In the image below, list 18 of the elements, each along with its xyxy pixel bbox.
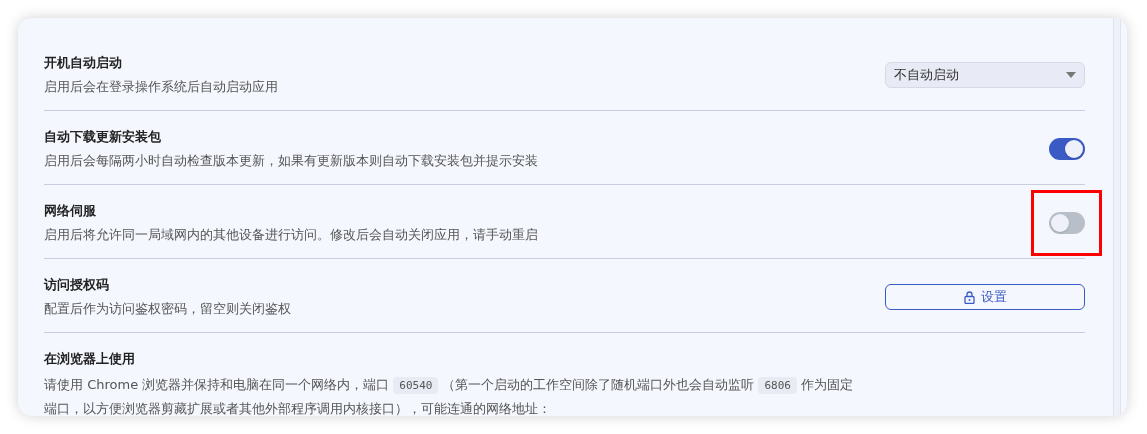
startup-dropdown[interactable]: 不自动启动 <box>885 62 1085 88</box>
port-code: 60540 <box>393 377 439 394</box>
lock-icon <box>963 290 975 304</box>
toggle-switch[interactable] <box>1049 138 1085 160</box>
setting-title: 在浏览器上使用 <box>44 350 136 368</box>
setting-description: 启用后将允许同一局域网内的其他设备进行访问。修改后会自动关闭应用，请手动重启 <box>44 226 539 244</box>
setting-title: 访问授权码 <box>44 276 110 294</box>
caret-icon <box>1066 72 1076 78</box>
set-button[interactable]: 设置 <box>885 284 1085 310</box>
description-text: 请使用 Chrome 浏览器并保持和电脑在同一个网络内，端口 60540 （第一个启动的工作空间除了随机端口外也会自动监听 6806 作为固定端口，以方便浏览器剪藏扩展或者其他外部程序调用内核接口），可能连通的网络地址： <box>44 376 854 416</box>
setting-title: 网络伺服 <box>44 202 97 220</box>
toggle-switch[interactable] <box>1049 212 1085 234</box>
setting-title: 开机自动启动 <box>44 54 123 72</box>
port-code: 6806 <box>758 377 797 394</box>
setting-title: 自动下载更新安装包 <box>44 128 162 146</box>
setting-description: 启用后会在登录操作系统后自动启动应用 <box>44 78 279 96</box>
setting-description: 配置后作为访问鉴权密码，留空则关闭鉴权 <box>44 300 292 318</box>
setting-description: 启用后会每隔两小时自动检查版本更新，如果有更新版本则自动下载安装包并提示安装 <box>44 152 539 170</box>
